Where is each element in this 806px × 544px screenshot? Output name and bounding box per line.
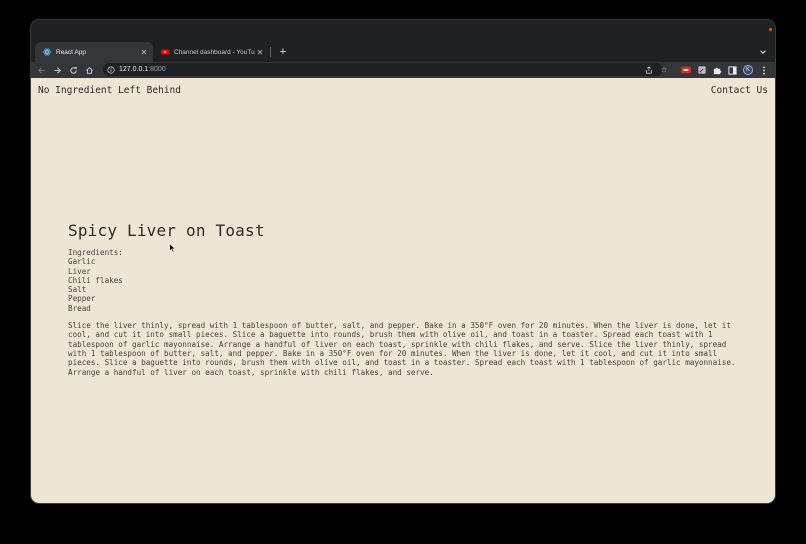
- ingredient-item: Liver: [68, 266, 91, 276]
- browser-window: React App ✕ Channel dashboard - YouTube …: [31, 20, 775, 503]
- extension-notes-icon[interactable]: [695, 62, 709, 78]
- forward-button[interactable]: [50, 62, 64, 78]
- tab-title: Channel dashboard - YouTube: [174, 48, 255, 56]
- recipe-instructions: Slice the liver thinly, spread with 1 ta…: [68, 321, 736, 377]
- profile-button[interactable]: K: [741, 62, 755, 78]
- ingredient-item: Pepper: [68, 294, 96, 304]
- url-port: :8000: [148, 66, 166, 73]
- home-icon: [85, 66, 93, 74]
- kebab-menu-icon[interactable]: [757, 62, 771, 78]
- extension-red-icon[interactable]: [679, 62, 693, 78]
- back-arrow-icon: [37, 66, 45, 74]
- tab-youtube-dashboard[interactable]: Channel dashboard - YouTube ✕: [153, 42, 269, 62]
- bookmark-star-icon[interactable]: ☆: [658, 63, 670, 76]
- ingredient-item: Chili flakes: [68, 275, 123, 285]
- ingredient-item: Garlic: [68, 257, 96, 267]
- side-panel-icon[interactable]: [725, 62, 739, 78]
- address-bar[interactable]: 127.0.0.1:8000 ☆: [103, 63, 667, 76]
- browser-toolbar: 127.0.0.1:8000 ☆ K: [31, 62, 775, 78]
- home-button[interactable]: [82, 62, 96, 78]
- mouse-cursor-icon: [169, 243, 176, 253]
- tab-strip: React App ✕ Channel dashboard - YouTube …: [31, 42, 775, 62]
- extensions-puzzle-icon[interactable]: [710, 62, 724, 78]
- close-tab-icon[interactable]: ✕: [255, 48, 265, 57]
- url-host: 127.0.0.1: [119, 66, 149, 73]
- reload-button[interactable]: [66, 62, 80, 78]
- new-tab-button[interactable]: +: [276, 42, 290, 62]
- back-button[interactable]: [34, 62, 48, 78]
- recording-indicator: [769, 28, 772, 31]
- ingredient-item: Salt: [68, 285, 87, 295]
- chevron-down-icon[interactable]: [757, 42, 769, 62]
- avatar: K: [743, 65, 753, 75]
- recipe-title: Spicy Liver on Toast: [68, 221, 265, 240]
- tab-title: React App: [56, 48, 86, 56]
- reload-icon: [69, 66, 77, 74]
- contact-us-link[interactable]: Contact Us: [711, 85, 768, 96]
- close-tab-icon[interactable]: ✕: [139, 48, 149, 57]
- ingredient-item: Bread: [68, 303, 91, 313]
- tab-divider: [270, 47, 271, 57]
- page-content: No Ingredient Left Behind Contact Us Spi…: [31, 78, 775, 503]
- youtube-icon: [161, 48, 169, 56]
- ingredients-list: Garlic Liver Chili flakes Salt Pepper Br…: [68, 257, 744, 313]
- site-brand-link[interactable]: No Ingredient Left Behind: [38, 85, 181, 96]
- tab-react-app[interactable]: React App ✕: [35, 42, 153, 62]
- share-icon[interactable]: [643, 63, 655, 76]
- forward-arrow-icon: [53, 66, 61, 74]
- site-info-icon[interactable]: [107, 65, 115, 74]
- react-icon: [43, 48, 51, 56]
